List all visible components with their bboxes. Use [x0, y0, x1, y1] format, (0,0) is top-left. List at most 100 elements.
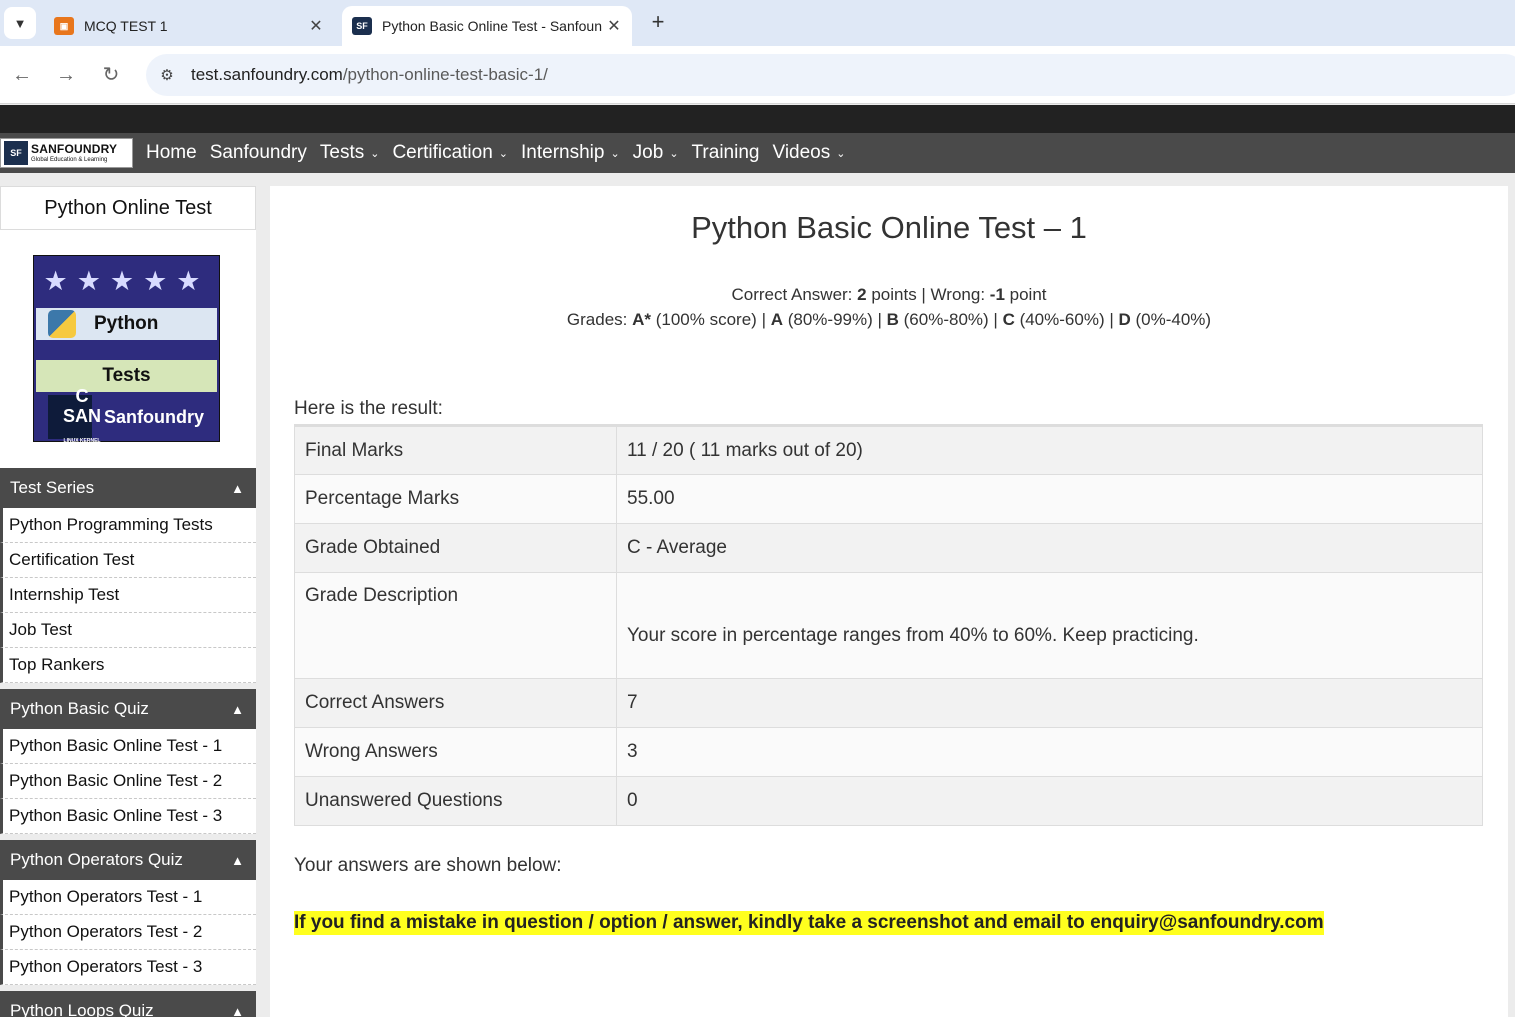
chevron-up-icon[interactable]: ▲ [231, 481, 244, 496]
browser-tab-active[interactable]: SF Python Basic Online Test - Sanfoundry… [342, 6, 632, 46]
grade-range: (80%-99%) [783, 310, 873, 329]
sidebar-link[interactable]: Python Programming Tests [0, 508, 256, 543]
section-header[interactable]: Python Operators Quiz ▲ [0, 840, 256, 880]
nav-item-home[interactable]: Home [146, 142, 197, 164]
grade-range: (40%-60%) [1014, 310, 1105, 329]
grade-letter: D [1118, 310, 1131, 329]
form-icon: ▣ [54, 17, 74, 35]
nav-item-sanfoundry[interactable]: Sanfoundry [210, 142, 307, 164]
sidebar: Python Online Test ★★★★★ Python Tests CS… [0, 186, 256, 1017]
logo-mark: SF [4, 141, 28, 165]
sidebar-link[interactable]: Python Basic Online Test - 3 [0, 799, 256, 834]
sidebar-link[interactable]: Python Operators Test - 3 [0, 950, 256, 985]
sidebar-title: Python Online Test [0, 186, 256, 230]
sidebar-banner: ★★★★★ Python Tests C SAN LINUX KERNEL Sanf… [0, 230, 256, 468]
sidebar-link[interactable]: Job Test [0, 613, 256, 648]
sidebar-link[interactable]: Python Operators Test - 2 [0, 915, 256, 950]
logo-name: SANFOUNDRY [31, 142, 118, 156]
table-row: Final Marks 11 / 20 ( 11 marks out of 20) [294, 425, 1483, 475]
grade-letter: A* [632, 310, 652, 329]
chevron-down-icon: ⌄ [610, 147, 620, 160]
site-settings-icon[interactable]: ⚙ [156, 66, 178, 84]
browser-tab[interactable]: ▣ MCQ TEST 1 ✕ [44, 6, 334, 46]
table-row: Grade Obtained C - Average [294, 523, 1483, 573]
grade-letter: A [770, 310, 783, 329]
top-bar [0, 105, 1515, 133]
sidebar-section: Python Loops Quiz ▲ [0, 991, 256, 1017]
url-text[interactable]: test.sanfoundry.com/python-online-test-b… [191, 65, 548, 85]
points-line: Correct Answer: 2 points | Wrong: -1 poi… [731, 285, 1047, 304]
nav-item-certification[interactable]: Certification ⌄ [392, 142, 508, 164]
grade-letter: B [886, 310, 899, 329]
new-tab-button[interactable]: + [645, 9, 671, 35]
nav-label: Sanfoundry [209, 142, 307, 163]
chevron-up-icon[interactable]: ▲ [231, 853, 244, 868]
nav-label: Tests [319, 142, 365, 163]
result-value: 7 [616, 678, 1483, 728]
tab-search-button[interactable]: ▼ [4, 7, 36, 39]
logo-tagline: Global Education & Learning [31, 157, 108, 163]
close-icon[interactable]: ✕ [304, 16, 328, 36]
result-value: Your score in percentage ranges from 40%… [616, 572, 1483, 679]
section-title: Test Series [10, 478, 95, 497]
mistake-notice: If you find a mistake in question / opti… [294, 911, 1324, 935]
nav-item-tests[interactable]: Tests ⌄ [320, 142, 380, 164]
section-header[interactable]: Python Loops Quiz ▲ [0, 991, 256, 1017]
answers-label: Your answers are shown below: [294, 855, 562, 876]
result-key: Grade Description [294, 572, 617, 679]
chevron-up-icon[interactable]: ▲ [231, 1004, 244, 1017]
chevron-down-icon: ▼ [13, 15, 27, 31]
reload-icon[interactable]: ↻ [98, 62, 124, 88]
banner-language: Python [94, 313, 159, 334]
address-bar[interactable]: ⚙ test.sanfoundry.com/python-online-test… [146, 54, 1515, 96]
nav-label: Videos [772, 142, 831, 163]
grade-letter: C [1002, 310, 1015, 329]
chevron-up-icon[interactable]: ▲ [231, 702, 244, 717]
grade-range: (100% score) [651, 310, 757, 329]
tab-title: Python Basic Online Test - Sanfoundry [382, 18, 602, 34]
sidebar-section: Python Basic Quiz ▲ Python Basic Online Te… [0, 689, 256, 834]
table-row: Percentage Marks 55.00 [294, 474, 1483, 524]
main-content: Python Basic Online Test – 1 Correct Ans… [270, 186, 1508, 1017]
tab-title: MCQ TEST 1 [84, 18, 168, 34]
section-header[interactable]: Test Series ▲ [0, 468, 256, 508]
section-title: Python Loops Quiz [10, 1001, 154, 1017]
python-logo-icon [48, 310, 76, 338]
result-key: Percentage Marks [294, 474, 617, 524]
table-row: Grade Description Your score in percentag… [294, 572, 1483, 679]
section-title: Python Operators Quiz [10, 850, 183, 869]
sidebar-link[interactable]: Internship Test [0, 578, 256, 613]
close-icon[interactable]: ✕ [602, 16, 626, 36]
section-title: Python Basic Quiz [10, 699, 149, 718]
nav-item-videos[interactable]: Videos ⌄ [772, 142, 845, 164]
section-header[interactable]: Python Basic Quiz ▲ [0, 689, 256, 729]
result-key: Final Marks [294, 425, 617, 475]
sanfoundry-logo[interactable]: SF SANFOUNDRY Global Education & Learnin… [0, 138, 133, 168]
chevron-down-icon: ⌄ [669, 147, 679, 160]
chevron-down-icon: ⌄ [836, 147, 846, 160]
sidebar-link[interactable]: Top Rankers [0, 648, 256, 683]
site-nav: SF SANFOUNDRY Global Education & Learnin… [0, 133, 1515, 173]
back-arrow-icon[interactable]: ← [9, 62, 35, 88]
sidebar-link[interactable]: Python Operators Test - 1 [0, 880, 256, 915]
result-key: Correct Answers [294, 678, 617, 728]
sidebar-section: Python Operators Quiz ▲ Python Operators T… [0, 840, 256, 985]
nav-label: Training [691, 142, 760, 163]
sidebar-link[interactable]: Python Basic Online Test - 1 [0, 729, 256, 764]
forward-arrow-icon[interactable]: → [53, 62, 79, 88]
nav-item-training[interactable]: Training [692, 142, 760, 164]
table-row: Correct Answers 7 [294, 678, 1483, 728]
stars-icon: ★★★★★ [43, 266, 210, 296]
result-key: Unanswered Questions [294, 776, 617, 826]
sidebar-section: Test Series ▲ Python Programming Tests Cert… [0, 468, 256, 683]
nav-item-job[interactable]: Job ⌄ [633, 142, 679, 164]
result-value: 3 [616, 727, 1483, 777]
nav-label: Internship [521, 142, 605, 163]
sidebar-link[interactable]: Python Basic Online Test - 2 [0, 764, 256, 799]
scoring-info: Correct Answer: 2 points | Wrong: -1 poi… [270, 282, 1508, 332]
python-tests-banner[interactable]: ★★★★★ Python Tests C SAN LINUX KERNEL Sanf… [33, 255, 220, 444]
nav-item-internship[interactable]: Internship ⌄ [521, 142, 620, 164]
nav-label: Job [632, 142, 664, 163]
sidebar-link[interactable]: Certification Test [0, 543, 256, 578]
browser-toolbar: ← → ↻ ⚙ test.sanfoundry.com/python-onlin… [0, 46, 1515, 104]
